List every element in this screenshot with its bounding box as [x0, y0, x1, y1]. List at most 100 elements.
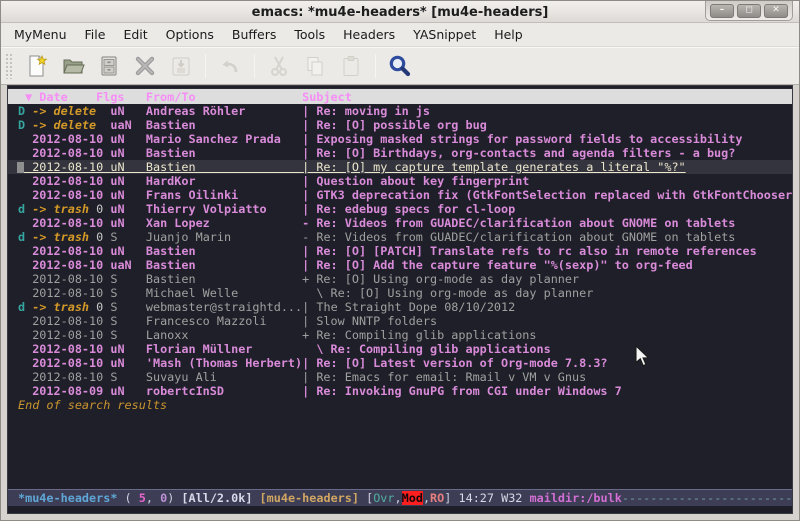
- message-row[interactable]: d -> trash 0 S Juanjo Marin - Re: Videos…: [8, 230, 792, 244]
- save-buffer-icon: [163, 50, 199, 82]
- menu-item-options[interactable]: Options: [157, 24, 223, 45]
- flags-cell: S: [110, 370, 146, 384]
- message-row[interactable]: d -> trash 0 S webmaster@straightd...| T…: [8, 300, 792, 314]
- title-bar[interactable]: emacs: *mu4e-headers* [mu4e-headers] –◻✕: [1, 1, 799, 23]
- flags-cell: uN: [110, 160, 146, 174]
- date-cell: 2012-08-10: [18, 146, 110, 160]
- menu-item-tools[interactable]: Tools: [285, 24, 334, 45]
- subject-cell: \ Re: [O] Using org-mode as day planner: [302, 286, 593, 300]
- tool-bar: [1, 47, 799, 85]
- from-cell: Florian Müllner: [146, 342, 302, 356]
- menu-item-file[interactable]: File: [76, 24, 115, 45]
- from-cell: robertcInSD: [146, 384, 302, 398]
- echo-area[interactable]: [8, 506, 792, 514]
- subject-cell: | GTK3 deprecation fix (GtkFontSelection…: [302, 188, 793, 202]
- mark-char: d: [18, 202, 32, 216]
- empty-buffer-space: [8, 412, 792, 489]
- flags-cell: uN: [110, 132, 146, 146]
- open-folder-icon[interactable]: [55, 50, 91, 82]
- mark-count: 0: [89, 230, 103, 244]
- message-row[interactable]: 2012-08-10 S Francesco Mazzoli | Slow NN…: [8, 314, 792, 328]
- message-row[interactable]: 2012-08-10 S Michael Welle \ Re: [O] Usi…: [8, 286, 792, 300]
- message-row[interactable]: 2012-08-10 uN Bastien | Re: [O] Birthday…: [8, 146, 792, 160]
- from-cell: Lanoxx: [146, 328, 302, 342]
- message-row[interactable]: D -> delete uaN Bastien | Re: [O] possib…: [8, 118, 792, 132]
- mark-command: -> trash: [32, 230, 89, 244]
- message-row[interactable]: 2012-08-10 uN Xan Lopez - Re: Videos fro…: [8, 216, 792, 230]
- menu-item-help[interactable]: Help: [485, 24, 532, 45]
- modeline-segment: 14:27 W32: [458, 491, 529, 505]
- from-cell: Suvayu Ali: [146, 370, 302, 384]
- message-row[interactable]: 2012-08-10 uN 'Mash (Thomas Herbert)| Re…: [8, 356, 792, 370]
- from-cell: Xan Lopez: [146, 216, 302, 230]
- menu-item-buffers[interactable]: Buffers: [223, 24, 285, 45]
- mark-command: -> trash: [32, 202, 89, 216]
- message-row-current[interactable]: 2012-08-10 uN Bastien | Re: [O] my captu…: [8, 160, 792, 174]
- from-cell: Bastien: [146, 272, 302, 286]
- from-cell: Bastien: [146, 244, 302, 258]
- subject-cell: | Re: moving in js: [302, 104, 430, 118]
- emacs-window: { "window": { "title": "emacs: *mu4e-hea…: [0, 0, 800, 521]
- mark-count: 0: [89, 202, 103, 216]
- message-row[interactable]: 2012-08-10 uN Bastien | Re: [O] [PATCH] …: [8, 244, 792, 258]
- flags-cell: uN: [110, 202, 146, 216]
- modeline-segment: [All/2.0k]: [181, 491, 252, 505]
- new-file-icon[interactable]: [19, 50, 55, 82]
- from-cell: Juanjo Marin: [146, 230, 302, 244]
- menu-bar: MyMenuFileEditOptionsBuffersToolsHeaders…: [1, 23, 799, 47]
- file-cabinet-icon[interactable]: [91, 50, 127, 82]
- subject-cell: + Re: Compiling glib applications: [302, 328, 536, 342]
- flags-cell: uaN: [110, 258, 146, 272]
- message-row[interactable]: 2012-08-10 uaN Bastien | Re: [O] Add the…: [8, 258, 792, 272]
- minimize-button[interactable]: –: [710, 4, 734, 18]
- date-cell: 2012-08-10: [18, 314, 110, 328]
- mark-count: 0: [89, 300, 103, 314]
- date-cell: 2012-08-10: [18, 132, 110, 146]
- mode-line[interactable]: *mu4e-headers* ( 5, 0) [All/2.0k] [mu4e-…: [8, 489, 792, 506]
- from-cell: Thierry Volpiatto: [146, 202, 302, 216]
- message-row[interactable]: 2012-08-09 uN robertcInSD | Re: Invoking…: [8, 384, 792, 398]
- message-row[interactable]: 2012-08-10 uN Florian Müllner \ Re: Comp…: [8, 342, 792, 356]
- message-row[interactable]: 2012-08-10 S Lanoxx + Re: Compiling glib…: [8, 328, 792, 342]
- search-icon[interactable]: [382, 50, 418, 82]
- subject-cell: | Re: [O] Birthdays, org-contacts and ag…: [302, 146, 735, 160]
- modeline-segment: ,: [146, 491, 160, 505]
- end-of-results-text: End of search results: [8, 398, 792, 412]
- mark-char: D: [18, 118, 32, 132]
- mark-command: -> delete: [32, 104, 96, 118]
- menu-item-edit[interactable]: Edit: [114, 24, 156, 45]
- menu-item-yasnippet[interactable]: YASnippet: [404, 24, 485, 45]
- toolbar-separator: [254, 54, 255, 78]
- close-buffer-icon[interactable]: [127, 50, 163, 82]
- flags-cell: S: [110, 272, 146, 286]
- toolbar-grip[interactable]: [5, 53, 13, 79]
- toolbar-separator: [375, 54, 376, 78]
- subject-cell: | Re: [O] my capture template generates …: [302, 160, 686, 174]
- menu-item-headers[interactable]: Headers: [334, 24, 404, 45]
- date-cell: 2012-08-10: [18, 244, 110, 258]
- maximize-button[interactable]: ◻: [737, 4, 761, 18]
- message-row[interactable]: 2012-08-10 uN Mario Sanchez Prada | Expo…: [8, 132, 792, 146]
- date-cell: 2012-08-10: [18, 272, 110, 286]
- modeline-segment: Ovr: [373, 491, 394, 505]
- close-button[interactable]: ✕: [764, 4, 788, 18]
- menu-item-mymenu[interactable]: MyMenu: [5, 24, 76, 45]
- message-row[interactable]: 2012-08-10 uN HardKor | Question about k…: [8, 174, 792, 188]
- message-row[interactable]: d -> trash 0 uN Thierry Volpiatto | Re: …: [8, 202, 792, 216]
- cut-icon: [261, 50, 297, 82]
- flags-cell: uN: [110, 188, 146, 202]
- date-cell: 2012-08-10: [18, 216, 110, 230]
- buffer-area[interactable]: ▼ Date Flgs From/To Subject D -> delete …: [7, 85, 793, 514]
- message-row[interactable]: 2012-08-10 S Bastien + Re: [O] Using org…: [8, 272, 792, 286]
- flags-cell: uaN: [110, 118, 146, 132]
- date-cell: 2012-08-10: [18, 328, 110, 342]
- date-cell: 2012-08-09: [18, 384, 110, 398]
- modeline-segment: ,: [423, 491, 430, 505]
- message-row[interactable]: 2012-08-10 uN Frans Oilinki | GTK3 depre…: [8, 188, 792, 202]
- message-row[interactable]: D -> delete uN Andreas Röhler | Re: movi…: [8, 104, 792, 118]
- from-cell: 'Mash (Thomas Herbert): [146, 356, 302, 370]
- date-cell: 2012-08-10: [18, 174, 110, 188]
- flags-cell: uN: [110, 342, 146, 356]
- modeline-segment: ------------------------: [622, 491, 792, 505]
- message-row[interactable]: 2012-08-10 S Suvayu Ali | Re: Emacs for …: [8, 370, 792, 384]
